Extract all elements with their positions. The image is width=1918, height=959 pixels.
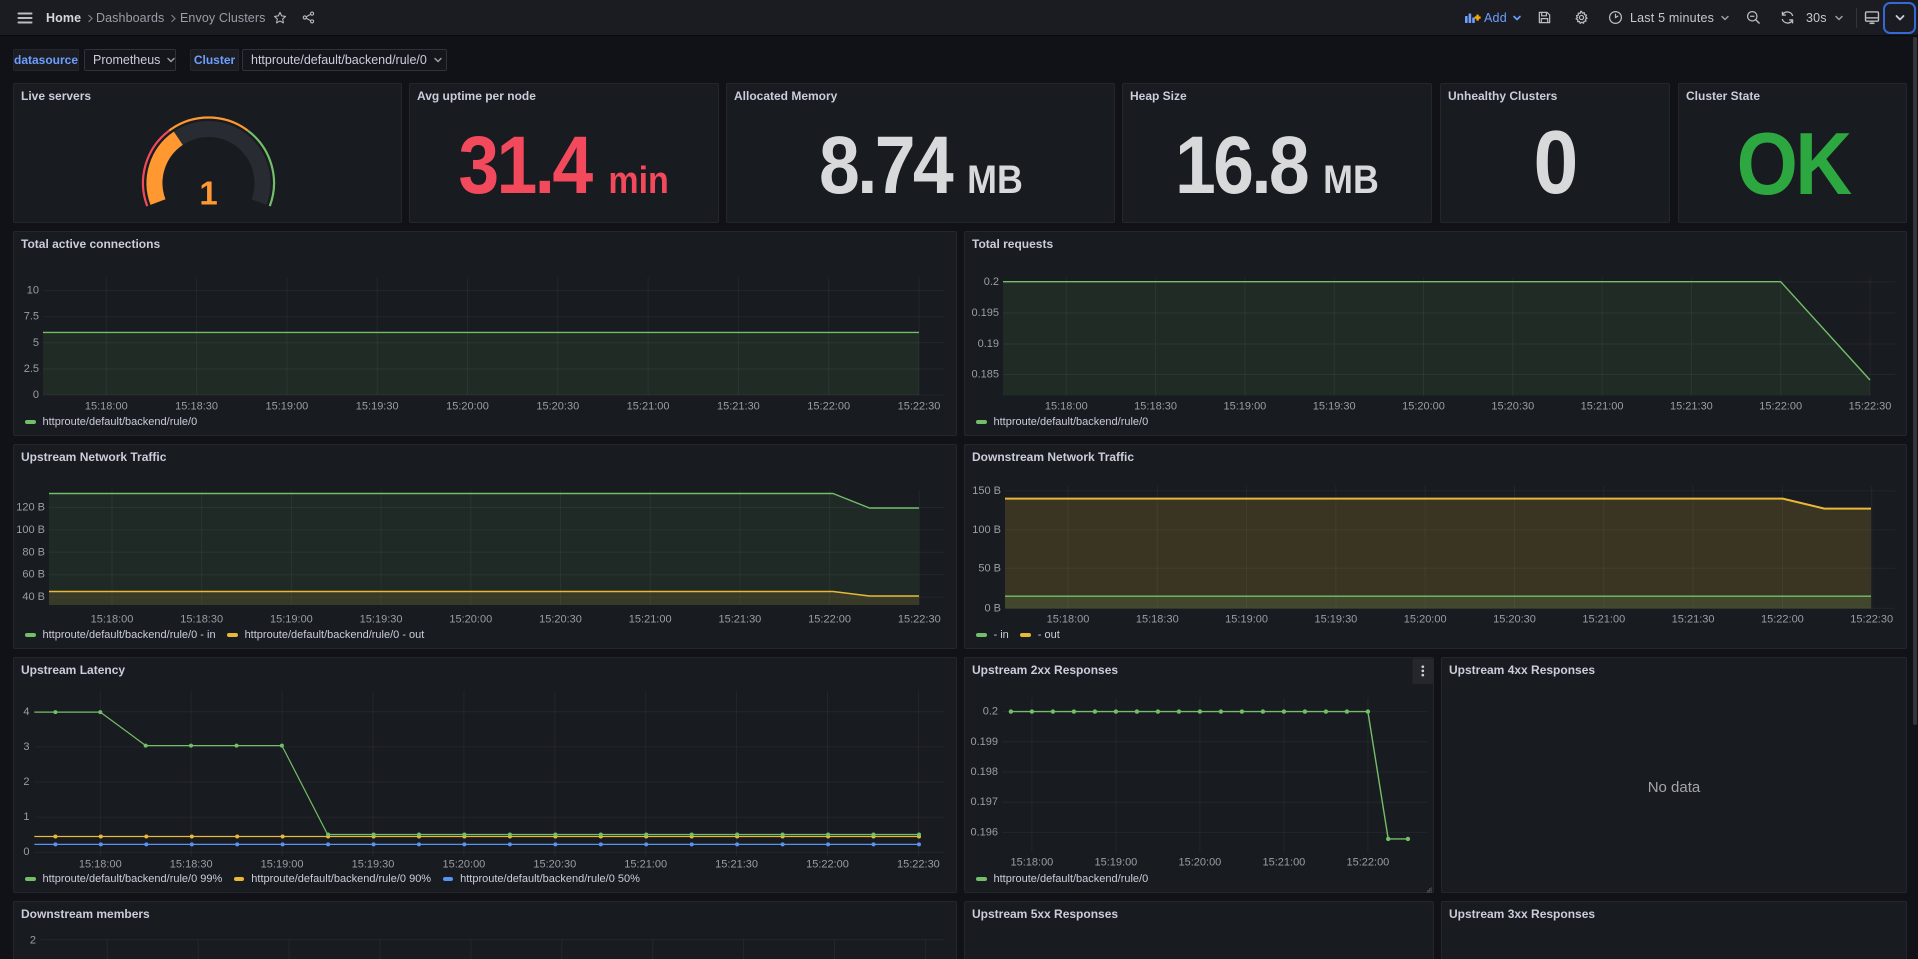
svg-text:15:21:00: 15:21:00 <box>1262 857 1305 869</box>
svg-text:5: 5 <box>33 337 39 349</box>
svg-text:15:20:00: 15:20:00 <box>1402 401 1445 413</box>
svg-text:40 B: 40 B <box>22 591 45 603</box>
svg-text:2: 2 <box>30 934 36 946</box>
svg-text:80 B: 80 B <box>22 546 45 558</box>
svg-text:15:19:00: 15:19:00 <box>261 858 304 870</box>
svg-text:15:20:00: 15:20:00 <box>442 858 485 870</box>
svg-text:15:20:30: 15:20:30 <box>1493 614 1536 626</box>
svg-text:0.185: 0.185 <box>971 369 999 381</box>
svg-text:15:22:00: 15:22:00 <box>806 858 849 870</box>
svg-text:15:22:30: 15:22:30 <box>898 614 941 626</box>
svg-text:15:19:00: 15:19:00 <box>265 401 308 413</box>
svg-text:0.197: 0.197 <box>970 796 998 808</box>
svg-text:15:21:30: 15:21:30 <box>718 614 761 626</box>
svg-text:15:22:00: 15:22:00 <box>807 401 850 413</box>
svg-text:15:22:00: 15:22:00 <box>1346 857 1389 869</box>
svg-text:15:21:00: 15:21:00 <box>629 614 672 626</box>
svg-text:2.5: 2.5 <box>24 363 39 375</box>
svg-text:15:19:30: 15:19:30 <box>1314 614 1357 626</box>
svg-text:15:18:00: 15:18:00 <box>79 858 122 870</box>
svg-text:15:21:30: 15:21:30 <box>717 401 760 413</box>
svg-text:15:18:00: 15:18:00 <box>1047 614 1090 626</box>
svg-text:15:22:00: 15:22:00 <box>1761 614 1804 626</box>
svg-text:15:20:30: 15:20:30 <box>539 614 582 626</box>
svg-text:15:18:30: 15:18:30 <box>1136 614 1179 626</box>
svg-text:15:18:00: 15:18:00 <box>85 401 128 413</box>
svg-text:0 B: 0 B <box>984 602 1001 614</box>
svg-text:15:19:00: 15:19:00 <box>1223 401 1266 413</box>
svg-text:15:21:00: 15:21:00 <box>627 401 670 413</box>
svg-text:15:21:30: 15:21:30 <box>1672 614 1715 626</box>
svg-text:100 B: 100 B <box>16 524 45 536</box>
svg-text:15:21:00: 15:21:00 <box>1582 614 1625 626</box>
svg-text:0.196: 0.196 <box>970 826 998 838</box>
svg-text:15:20:00: 15:20:00 <box>1404 614 1447 626</box>
svg-text:15:18:30: 15:18:30 <box>1134 401 1177 413</box>
svg-text:15:19:30: 15:19:30 <box>360 614 403 626</box>
svg-text:15:19:30: 15:19:30 <box>1313 401 1356 413</box>
svg-text:15:20:00: 15:20:00 <box>446 401 489 413</box>
svg-text:15:18:30: 15:18:30 <box>180 614 223 626</box>
svg-text:60 B: 60 B <box>22 569 45 581</box>
svg-text:15:20:30: 15:20:30 <box>1491 401 1534 413</box>
svg-text:15:18:00: 15:18:00 <box>91 614 134 626</box>
svg-text:120 B: 120 B <box>16 502 45 514</box>
svg-text:7.5: 7.5 <box>24 311 39 323</box>
svg-text:15:22:30: 15:22:30 <box>1849 401 1892 413</box>
svg-text:2: 2 <box>23 776 29 788</box>
svg-text:15:22:00: 15:22:00 <box>1759 401 1802 413</box>
svg-text:15:20:00: 15:20:00 <box>449 614 492 626</box>
svg-text:15:19:30: 15:19:30 <box>352 858 395 870</box>
svg-text:0.19: 0.19 <box>978 338 999 350</box>
svg-text:15:18:00: 15:18:00 <box>1045 401 1088 413</box>
svg-text:15:19:00: 15:19:00 <box>1094 857 1137 869</box>
svg-text:1: 1 <box>199 175 217 212</box>
svg-text:4: 4 <box>23 706 29 718</box>
svg-text:3: 3 <box>23 741 29 753</box>
svg-text:15:21:00: 15:21:00 <box>1581 401 1624 413</box>
svg-text:0.198: 0.198 <box>970 766 998 778</box>
svg-text:15:18:30: 15:18:30 <box>170 858 213 870</box>
svg-text:15:19:30: 15:19:30 <box>356 401 399 413</box>
svg-text:15:21:00: 15:21:00 <box>624 858 667 870</box>
svg-text:15:20:00: 15:20:00 <box>1178 857 1221 869</box>
svg-text:150 B: 150 B <box>972 485 1001 497</box>
svg-text:15:22:30: 15:22:30 <box>898 401 941 413</box>
svg-text:15:21:30: 15:21:30 <box>1670 401 1713 413</box>
svg-text:0.199: 0.199 <box>970 736 998 748</box>
svg-text:100 B: 100 B <box>972 524 1001 536</box>
svg-text:0.2: 0.2 <box>984 276 999 288</box>
svg-text:15:22:00: 15:22:00 <box>808 614 851 626</box>
svg-text:10: 10 <box>27 285 39 297</box>
svg-text:15:18:30: 15:18:30 <box>175 401 218 413</box>
svg-text:15:20:30: 15:20:30 <box>533 858 576 870</box>
svg-text:15:21:30: 15:21:30 <box>715 858 758 870</box>
svg-text:15:19:00: 15:19:00 <box>270 614 313 626</box>
svg-text:0.195: 0.195 <box>971 307 999 319</box>
svg-text:15:19:00: 15:19:00 <box>1225 614 1268 626</box>
svg-text:0.2: 0.2 <box>983 706 998 718</box>
svg-text:15:22:30: 15:22:30 <box>1850 614 1893 626</box>
svg-text:1: 1 <box>23 811 29 823</box>
svg-text:0: 0 <box>33 389 39 401</box>
svg-text:50 B: 50 B <box>978 562 1001 574</box>
svg-text:0: 0 <box>23 846 29 858</box>
svg-text:15:18:00: 15:18:00 <box>1010 857 1053 869</box>
svg-text:15:22:30: 15:22:30 <box>897 858 940 870</box>
svg-text:15:20:30: 15:20:30 <box>536 401 579 413</box>
